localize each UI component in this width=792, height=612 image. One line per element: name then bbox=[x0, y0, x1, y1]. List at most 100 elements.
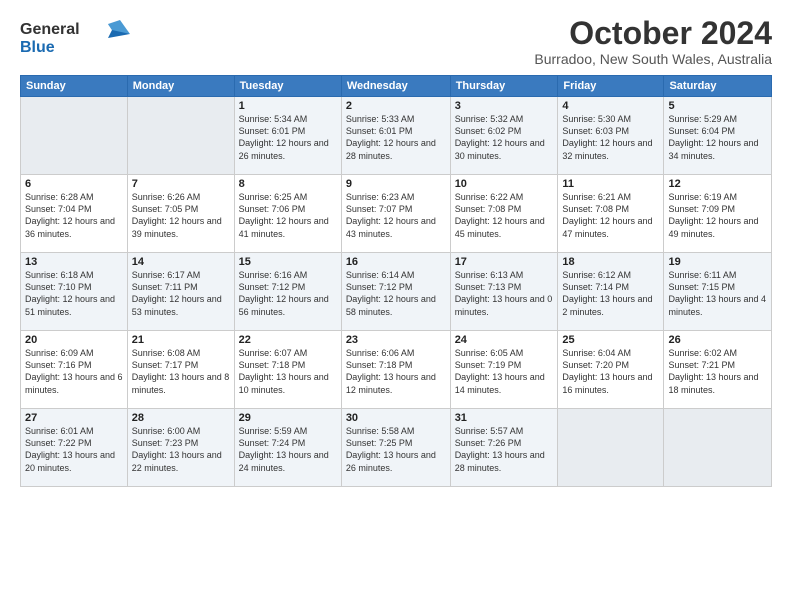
calendar-cell: 2Sunrise: 5:33 AM Sunset: 6:01 PM Daylig… bbox=[341, 97, 450, 175]
title-block: October 2024 Burradoo, New South Wales, … bbox=[534, 16, 772, 67]
calendar-cell: 24Sunrise: 6:05 AM Sunset: 7:19 PM Dayli… bbox=[450, 331, 558, 409]
calendar-header-saturday: Saturday bbox=[664, 76, 772, 97]
day-number: 10 bbox=[455, 178, 554, 190]
day-number: 11 bbox=[562, 178, 659, 190]
day-number: 16 bbox=[346, 256, 446, 268]
calendar-cell: 16Sunrise: 6:14 AM Sunset: 7:12 PM Dayli… bbox=[341, 253, 450, 331]
calendar-cell bbox=[21, 97, 128, 175]
calendar-cell: 15Sunrise: 6:16 AM Sunset: 7:12 PM Dayli… bbox=[234, 253, 341, 331]
day-info: Sunrise: 6:06 AM Sunset: 7:18 PM Dayligh… bbox=[346, 347, 446, 396]
day-number: 18 bbox=[562, 256, 659, 268]
day-number: 15 bbox=[239, 256, 337, 268]
day-info: Sunrise: 6:28 AM Sunset: 7:04 PM Dayligh… bbox=[25, 191, 123, 240]
day-info: Sunrise: 5:58 AM Sunset: 7:25 PM Dayligh… bbox=[346, 425, 446, 474]
day-number: 7 bbox=[132, 178, 230, 190]
day-info: Sunrise: 5:32 AM Sunset: 6:02 PM Dayligh… bbox=[455, 113, 554, 162]
day-info: Sunrise: 6:26 AM Sunset: 7:05 PM Dayligh… bbox=[132, 191, 230, 240]
day-info: Sunrise: 5:59 AM Sunset: 7:24 PM Dayligh… bbox=[239, 425, 337, 474]
calendar-cell: 31Sunrise: 5:57 AM Sunset: 7:26 PM Dayli… bbox=[450, 409, 558, 487]
svg-text:General: General bbox=[20, 21, 80, 38]
page: General Blue October 2024 Burradoo, New … bbox=[0, 0, 792, 612]
calendar-cell: 8Sunrise: 6:25 AM Sunset: 7:06 PM Daylig… bbox=[234, 175, 341, 253]
calendar-cell: 27Sunrise: 6:01 AM Sunset: 7:22 PM Dayli… bbox=[21, 409, 128, 487]
calendar-cell bbox=[664, 409, 772, 487]
day-number: 23 bbox=[346, 334, 446, 346]
calendar-week-row: 27Sunrise: 6:01 AM Sunset: 7:22 PM Dayli… bbox=[21, 409, 772, 487]
main-title: October 2024 bbox=[534, 16, 772, 51]
day-number: 25 bbox=[562, 334, 659, 346]
day-info: Sunrise: 6:01 AM Sunset: 7:22 PM Dayligh… bbox=[25, 425, 123, 474]
calendar-cell: 29Sunrise: 5:59 AM Sunset: 7:24 PM Dayli… bbox=[234, 409, 341, 487]
day-info: Sunrise: 6:08 AM Sunset: 7:17 PM Dayligh… bbox=[132, 347, 230, 396]
calendar-cell: 3Sunrise: 5:32 AM Sunset: 6:02 PM Daylig… bbox=[450, 97, 558, 175]
day-number: 24 bbox=[455, 334, 554, 346]
svg-text:Blue: Blue bbox=[20, 39, 55, 56]
calendar-cell: 1Sunrise: 5:34 AM Sunset: 6:01 PM Daylig… bbox=[234, 97, 341, 175]
calendar-cell: 10Sunrise: 6:22 AM Sunset: 7:08 PM Dayli… bbox=[450, 175, 558, 253]
day-number: 29 bbox=[239, 412, 337, 424]
calendar-cell: 23Sunrise: 6:06 AM Sunset: 7:18 PM Dayli… bbox=[341, 331, 450, 409]
calendar-cell: 19Sunrise: 6:11 AM Sunset: 7:15 PM Dayli… bbox=[664, 253, 772, 331]
calendar-cell: 26Sunrise: 6:02 AM Sunset: 7:21 PM Dayli… bbox=[664, 331, 772, 409]
calendar-header-tuesday: Tuesday bbox=[234, 76, 341, 97]
calendar-cell: 17Sunrise: 6:13 AM Sunset: 7:13 PM Dayli… bbox=[450, 253, 558, 331]
calendar-cell: 25Sunrise: 6:04 AM Sunset: 7:20 PM Dayli… bbox=[558, 331, 664, 409]
calendar-cell: 20Sunrise: 6:09 AM Sunset: 7:16 PM Dayli… bbox=[21, 331, 128, 409]
day-number: 28 bbox=[132, 412, 230, 424]
day-number: 27 bbox=[25, 412, 123, 424]
day-info: Sunrise: 6:02 AM Sunset: 7:21 PM Dayligh… bbox=[668, 347, 767, 396]
day-info: Sunrise: 5:29 AM Sunset: 6:04 PM Dayligh… bbox=[668, 113, 767, 162]
day-number: 9 bbox=[346, 178, 446, 190]
day-number: 8 bbox=[239, 178, 337, 190]
day-number: 26 bbox=[668, 334, 767, 346]
calendar-cell: 18Sunrise: 6:12 AM Sunset: 7:14 PM Dayli… bbox=[558, 253, 664, 331]
calendar-cell: 6Sunrise: 6:28 AM Sunset: 7:04 PM Daylig… bbox=[21, 175, 128, 253]
calendar-header-thursday: Thursday bbox=[450, 76, 558, 97]
calendar-cell: 4Sunrise: 5:30 AM Sunset: 6:03 PM Daylig… bbox=[558, 97, 664, 175]
day-info: Sunrise: 5:34 AM Sunset: 6:01 PM Dayligh… bbox=[239, 113, 337, 162]
day-number: 31 bbox=[455, 412, 554, 424]
day-number: 21 bbox=[132, 334, 230, 346]
day-number: 4 bbox=[562, 100, 659, 112]
day-number: 14 bbox=[132, 256, 230, 268]
calendar: SundayMondayTuesdayWednesdayThursdayFrid… bbox=[20, 75, 772, 487]
calendar-cell: 12Sunrise: 6:19 AM Sunset: 7:09 PM Dayli… bbox=[664, 175, 772, 253]
calendar-header-row: SundayMondayTuesdayWednesdayThursdayFrid… bbox=[21, 76, 772, 97]
day-number: 19 bbox=[668, 256, 767, 268]
day-info: Sunrise: 6:13 AM Sunset: 7:13 PM Dayligh… bbox=[455, 269, 554, 318]
calendar-cell: 22Sunrise: 6:07 AM Sunset: 7:18 PM Dayli… bbox=[234, 331, 341, 409]
day-number: 2 bbox=[346, 100, 446, 112]
day-number: 17 bbox=[455, 256, 554, 268]
day-number: 1 bbox=[239, 100, 337, 112]
day-info: Sunrise: 6:04 AM Sunset: 7:20 PM Dayligh… bbox=[562, 347, 659, 396]
calendar-cell: 5Sunrise: 5:29 AM Sunset: 6:04 PM Daylig… bbox=[664, 97, 772, 175]
day-info: Sunrise: 6:21 AM Sunset: 7:08 PM Dayligh… bbox=[562, 191, 659, 240]
day-info: Sunrise: 5:33 AM Sunset: 6:01 PM Dayligh… bbox=[346, 113, 446, 162]
calendar-week-row: 1Sunrise: 5:34 AM Sunset: 6:01 PM Daylig… bbox=[21, 97, 772, 175]
day-info: Sunrise: 5:57 AM Sunset: 7:26 PM Dayligh… bbox=[455, 425, 554, 474]
calendar-cell: 30Sunrise: 5:58 AM Sunset: 7:25 PM Dayli… bbox=[341, 409, 450, 487]
day-info: Sunrise: 6:14 AM Sunset: 7:12 PM Dayligh… bbox=[346, 269, 446, 318]
day-number: 13 bbox=[25, 256, 123, 268]
header: General Blue October 2024 Burradoo, New … bbox=[20, 16, 772, 67]
day-info: Sunrise: 6:17 AM Sunset: 7:11 PM Dayligh… bbox=[132, 269, 230, 318]
logo: General Blue bbox=[20, 16, 130, 65]
calendar-cell: 11Sunrise: 6:21 AM Sunset: 7:08 PM Dayli… bbox=[558, 175, 664, 253]
calendar-cell: 21Sunrise: 6:08 AM Sunset: 7:17 PM Dayli… bbox=[127, 331, 234, 409]
calendar-cell bbox=[558, 409, 664, 487]
calendar-cell: 14Sunrise: 6:17 AM Sunset: 7:11 PM Dayli… bbox=[127, 253, 234, 331]
calendar-header-monday: Monday bbox=[127, 76, 234, 97]
calendar-header-wednesday: Wednesday bbox=[341, 76, 450, 97]
calendar-week-row: 20Sunrise: 6:09 AM Sunset: 7:16 PM Dayli… bbox=[21, 331, 772, 409]
day-number: 3 bbox=[455, 100, 554, 112]
calendar-cell: 7Sunrise: 6:26 AM Sunset: 7:05 PM Daylig… bbox=[127, 175, 234, 253]
day-number: 5 bbox=[668, 100, 767, 112]
day-number: 12 bbox=[668, 178, 767, 190]
day-number: 22 bbox=[239, 334, 337, 346]
day-info: Sunrise: 6:23 AM Sunset: 7:07 PM Dayligh… bbox=[346, 191, 446, 240]
calendar-cell: 9Sunrise: 6:23 AM Sunset: 7:07 PM Daylig… bbox=[341, 175, 450, 253]
logo-svg: General Blue bbox=[20, 16, 130, 60]
day-number: 6 bbox=[25, 178, 123, 190]
day-info: Sunrise: 6:18 AM Sunset: 7:10 PM Dayligh… bbox=[25, 269, 123, 318]
day-info: Sunrise: 6:11 AM Sunset: 7:15 PM Dayligh… bbox=[668, 269, 767, 318]
